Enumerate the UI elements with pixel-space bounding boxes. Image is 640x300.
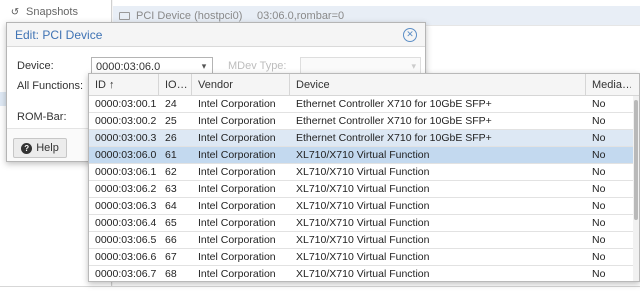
cell-id: 0000:03:00.3 [95,132,157,144]
table-row[interactable]: 0000:03:06.6 67 Intel Corporation XL710/X71… [89,249,639,266]
cell-vendor: Intel Corporation [198,98,276,110]
cell-id: 0000:03:00.2 [95,115,157,127]
cell-iommu-group: 64 [165,200,177,212]
help-button[interactable]: ? Help [13,138,67,158]
cell-vendor: Intel Corporation [198,251,276,263]
cell-iommu-group: 68 [165,268,177,280]
cell-vendor: Intel Corporation [198,132,276,144]
cell-iommu-group: 63 [165,183,177,195]
cell-device: Ethernet Controller X710 for 10GbE SFP+ [296,132,492,144]
help-button-label: Help [36,142,59,154]
cell-mediated: No [592,200,606,212]
cell-iommu-group: 62 [165,166,177,178]
cell-device: Ethernet Controller X710 for 10GbE SFP+ [296,115,492,127]
table-row[interactable]: 0000:03:00.2 25 Intel Corporation Ethernet … [89,113,639,130]
cell-device: XL710/X710 Virtual Function [296,217,430,229]
cell-vendor: Intel Corporation [198,200,276,212]
column-header-mediated[interactable]: Media… [586,74,631,95]
cell-id: 0000:03:06.0 [95,149,157,161]
history-icon: ↺ [10,6,20,18]
table-row[interactable]: 0000:03:06.5 66 Intel Corporation XL710/X71… [89,232,639,249]
table-row[interactable]: 0000:03:06.4 65 Intel Corporation XL710/X71… [89,215,639,232]
table-row[interactable]: 0000:03:06.3 64 Intel Corporation XL710/X71… [89,198,639,215]
column-header-iommu-group[interactable]: IO… [159,74,192,95]
cell-mediated: No [592,115,606,127]
cell-device: XL710/X710 Virtual Function [296,149,430,161]
close-icon[interactable]: ✕ [403,27,417,42]
sidebar-item-snapshots[interactable]: ↺ Snapshots [10,4,78,20]
cell-iommu-group: 25 [165,115,177,127]
table-row[interactable]: 0000:03:00.3 26 Intel Corporation Ethernet … [89,130,639,147]
cell-mediated: No [592,234,606,246]
device-picker-grid: ID ↑ IO… Vendor Device Media… 0000:03:00… [88,73,640,282]
dialog-title: Edit: PCI Device [15,27,103,42]
task-log-bar [0,286,640,300]
cell-vendor: Intel Corporation [198,149,276,161]
cell-id: 0000:03:06.4 [95,217,157,229]
grid-header: ID ↑ IO… Vendor Device Media… [89,74,639,96]
cell-iommu-group: 66 [165,234,177,246]
hardware-row-value: 03:06.0,rombar=0 [257,9,345,22]
cell-mediated: No [592,98,606,110]
column-header-vendor[interactable]: Vendor [192,74,290,95]
cell-mediated: No [592,251,606,263]
cell-device: XL710/X710 Virtual Function [296,251,430,263]
cell-vendor: Intel Corporation [198,166,276,178]
cell-mediated: No [592,183,606,195]
cell-device: XL710/X710 Virtual Function [296,183,430,195]
cell-vendor: Intel Corporation [198,268,276,280]
cell-vendor: Intel Corporation [198,217,276,229]
help-icon: ? [21,142,33,154]
cell-id: 0000:03:06.6 [95,251,157,263]
cell-mediated: No [592,268,606,280]
column-header-device[interactable]: Device [290,74,586,95]
cell-iommu-group: 67 [165,251,177,263]
scrollbar-thumb[interactable] [634,100,638,220]
cell-vendor: Intel Corporation [198,234,276,246]
cell-device: XL710/X710 Virtual Function [296,234,430,246]
cell-device: XL710/X710 Virtual Function [296,268,430,280]
cell-iommu-group: 61 [165,149,177,161]
grid-body: 0000:03:00.1 24 Intel Corporation Ethernet … [89,96,639,281]
cell-iommu-group: 24 [165,98,177,110]
cell-iommu-group: 26 [165,132,177,144]
device-value: 0000:03:06.0 [96,60,161,73]
sidebar-item-label: Snapshots [26,6,78,18]
device-label: Device: [17,60,54,72]
table-row[interactable]: 0000:03:06.0 61 Intel Corporation XL710/X71… [89,147,639,164]
all-functions-label: All Functions: [17,80,84,92]
cell-iommu-group: 65 [165,217,177,229]
cell-vendor: Intel Corporation [198,115,276,127]
cell-mediated: No [592,149,606,161]
table-row[interactable]: 0000:03:06.2 63 Intel Corporation XL710/X71… [89,181,639,198]
dialog-header: Edit: PCI Device ✕ [7,23,425,47]
mdev-type-label: MDev Type: [228,60,287,72]
cell-id: 0000:03:06.1 [95,166,157,178]
table-row[interactable]: 0000:03:06.7 68 Intel Corporation XL710/X71… [89,266,639,281]
cell-mediated: No [592,217,606,229]
cell-device: Ethernet Controller X710 for 10GbE SFP+ [296,98,492,110]
cell-mediated: No [592,132,606,144]
cell-id: 0000:03:00.1 [95,98,157,110]
cell-vendor: Intel Corporation [198,183,276,195]
cell-id: 0000:03:06.2 [95,183,157,195]
column-header-id[interactable]: ID ↑ [89,74,159,95]
cell-device: XL710/X710 Virtual Function [296,166,430,178]
chevron-down-icon: ▾ [411,61,416,71]
cell-device: XL710/X710 Virtual Function [296,200,430,212]
cell-id: 0000:03:06.3 [95,200,157,212]
chevron-down-icon[interactable]: ▾ [196,61,212,72]
hardware-row-name: PCI Device (hostpci0) [136,9,243,22]
cell-id: 0000:03:06.5 [95,234,157,246]
cell-mediated: No [592,166,606,178]
pci-card-icon [119,11,130,20]
cell-id: 0000:03:06.7 [95,268,157,280]
table-row[interactable]: 0000:03:00.1 24 Intel Corporation Ethernet … [89,96,639,113]
rom-bar-label: ROM-Bar: [17,111,67,123]
table-row[interactable]: 0000:03:06.1 62 Intel Corporation XL710/X71… [89,164,639,181]
